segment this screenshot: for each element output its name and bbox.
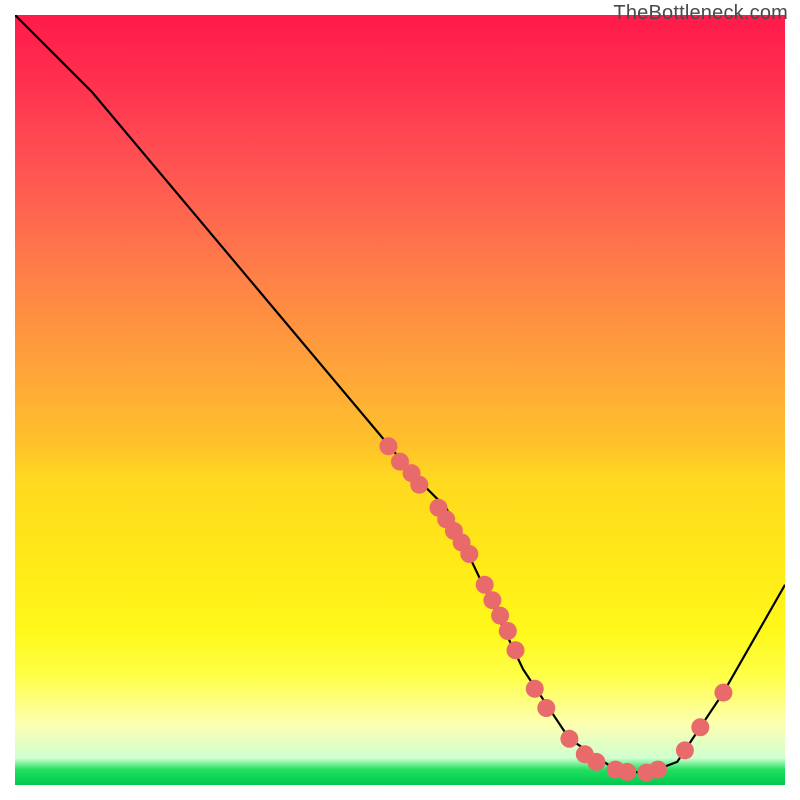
chart-svg	[15, 15, 785, 785]
curve-marker	[618, 763, 636, 781]
curve-marker	[560, 730, 578, 748]
curve-markers	[379, 437, 732, 781]
curve-marker	[491, 607, 509, 625]
curve-marker	[649, 761, 667, 779]
curve-marker	[410, 476, 428, 494]
curve-marker	[379, 437, 397, 455]
chart-container: TheBottleneck.com	[0, 0, 800, 800]
curve-marker	[691, 718, 709, 736]
curve-marker	[587, 753, 605, 771]
curve-marker	[714, 684, 732, 702]
curve-marker	[460, 545, 478, 563]
curve-marker	[483, 591, 501, 609]
curve-marker	[476, 576, 494, 594]
curve-marker	[499, 622, 517, 640]
curve-marker	[676, 741, 694, 759]
curve-marker	[537, 699, 555, 717]
curve-marker	[507, 641, 525, 659]
curve-marker	[526, 680, 544, 698]
attribution-label: TheBottleneck.com	[613, 2, 788, 25]
bottleneck-curve	[15, 15, 785, 773]
